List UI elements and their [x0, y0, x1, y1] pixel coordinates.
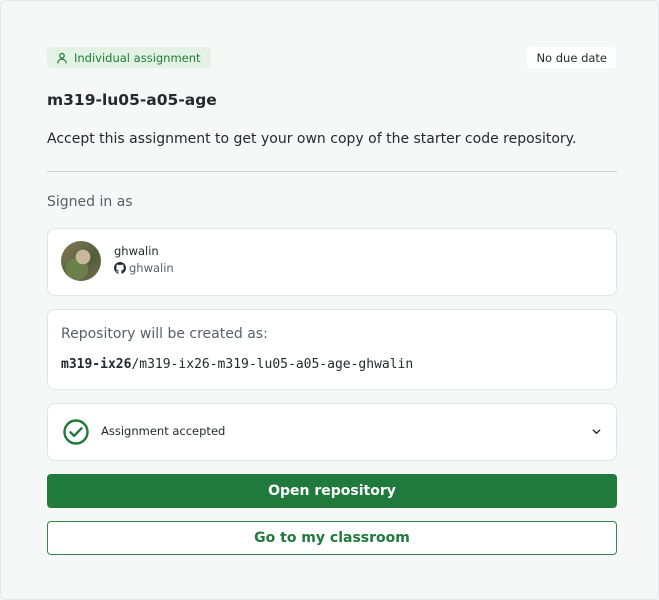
check-circle-icon [63, 419, 89, 445]
divider [47, 171, 617, 172]
person-icon [57, 52, 67, 63]
assignment-status-label: Assignment accepted [101, 424, 226, 438]
repository-path: m319-ix26/m319-ix26-m319-lu05-a05-age-gh… [61, 357, 413, 372]
assignment-type-badge: Individual assignment [47, 47, 211, 68]
repository-org: m319-ix26 [61, 357, 132, 372]
go-to-classroom-button[interactable]: Go to my classroom [47, 521, 617, 555]
user-display-name: ghwalin [114, 244, 159, 258]
github-icon [114, 262, 126, 274]
due-date-badge: No due date [527, 47, 616, 68]
avatar [61, 241, 101, 281]
github-handle-row: ghwalin [114, 261, 174, 275]
open-repository-button[interactable]: Open repository [47, 474, 617, 508]
assignment-card: Individual assignment No due date m319-l… [0, 0, 659, 600]
repository-name: m319-ix26-m319-lu05-a05-age-ghwalin [139, 357, 414, 372]
github-handle: ghwalin [129, 261, 174, 275]
repository-label: Repository will be created as: [61, 326, 268, 342]
repository-info-box: Repository will be created as: m319-ix26… [47, 309, 617, 390]
user-info-box: ghwalin ghwalin [47, 228, 617, 296]
assignment-title: m319-lu05-a05-age [47, 91, 217, 109]
assignment-type-label: Individual assignment [74, 50, 201, 65]
due-date-label: No due date [536, 50, 607, 65]
signed-in-heading: Signed in as [47, 194, 133, 210]
chevron-down-icon[interactable] [591, 426, 602, 437]
assignment-description: Accept this assignment to get your own c… [47, 131, 577, 147]
assignment-status-panel[interactable]: Assignment accepted [47, 403, 617, 461]
